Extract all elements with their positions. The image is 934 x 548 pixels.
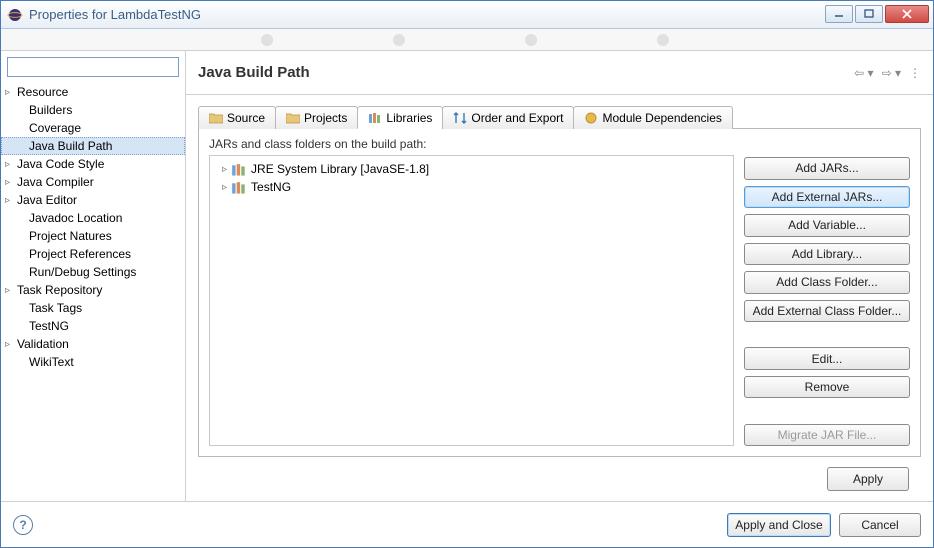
nav-item-task-tags[interactable]: Task Tags [1, 299, 185, 317]
library-icon [368, 112, 382, 124]
menu-icon[interactable]: ⋮ [909, 66, 921, 80]
libraries-panel: JARs and class folders on the build path… [198, 129, 921, 457]
filter-input[interactable] [7, 57, 179, 77]
eclipse-icon [7, 7, 23, 23]
nav-item-java-editor[interactable]: Java Editor [1, 191, 185, 209]
nav-item-run-debug-settings[interactable]: Run/Debug Settings [1, 263, 185, 281]
close-button[interactable] [885, 5, 929, 23]
nav-item-task-repository[interactable]: Task Repository [1, 281, 185, 299]
tab-module[interactable]: Module Dependencies [573, 106, 732, 129]
edit-button[interactable]: Edit... [744, 347, 910, 370]
tab-libraries[interactable]: Libraries [357, 106, 443, 129]
titlebar[interactable]: Properties for LambdaTestNG [1, 1, 933, 29]
category-tree[interactable]: ResourceBuildersCoverageJava Build PathJ… [1, 81, 185, 501]
nav-item-builders[interactable]: Builders [1, 101, 185, 119]
tab-label: Order and Export [471, 111, 563, 125]
library-item[interactable]: JRE System Library [JavaSE-1.8] [214, 160, 729, 178]
module-icon [584, 112, 598, 124]
apply-button[interactable]: Apply [827, 467, 909, 491]
main-panel: Java Build Path ⇦ ▾ ⇨ ▾ ⋮ Source Projects… [186, 51, 933, 501]
add-class-folder-button[interactable]: Add Class Folder... [744, 271, 910, 294]
library-label: JRE System Library [JavaSE-1.8] [251, 162, 429, 176]
nav-item-java-compiler[interactable]: Java Compiler [1, 173, 185, 191]
category-tree-panel: ResourceBuildersCoverageJava Build PathJ… [1, 51, 186, 501]
tab-projects[interactable]: Projects [275, 106, 358, 129]
add-library-button[interactable]: Add Library... [744, 243, 910, 266]
tab-order[interactable]: Order and Export [442, 106, 574, 129]
header-nav: ⇦ ▾ ⇨ ▾ ⋮ [854, 66, 921, 80]
library-label: TestNG [251, 180, 291, 194]
library-icon [231, 163, 247, 175]
tab-source[interactable]: Source [198, 106, 276, 129]
nav-item-javadoc-location[interactable]: Javadoc Location [1, 209, 185, 227]
window-controls [825, 5, 929, 25]
help-button[interactable]: ? [13, 515, 33, 535]
library-item[interactable]: TestNG [214, 178, 729, 196]
properties-dialog: Properties for LambdaTestNG ResourceBuil… [0, 0, 934, 548]
library-buttons: Add JARs... Add External JARs... Add Var… [744, 137, 910, 446]
page-header: Java Build Path ⇦ ▾ ⇨ ▾ ⋮ [186, 51, 933, 95]
folder-icon [286, 112, 300, 124]
nav-item-java-code-style[interactable]: Java Code Style [1, 155, 185, 173]
migrate-jar-button[interactable]: Migrate JAR File... [744, 424, 910, 447]
libraries-tree[interactable]: JRE System Library [JavaSE-1.8] TestNG [209, 155, 734, 446]
nav-item-testng[interactable]: TestNG [1, 317, 185, 335]
nav-item-project-references[interactable]: Project References [1, 245, 185, 263]
maximize-button[interactable] [855, 5, 883, 23]
add-variable-button[interactable]: Add Variable... [744, 214, 910, 237]
order-icon [453, 112, 467, 124]
back-icon[interactable]: ⇦ ▾ [854, 66, 873, 80]
cancel-button[interactable]: Cancel [839, 513, 921, 537]
forward-icon[interactable]: ⇨ ▾ [882, 66, 901, 80]
add-jars-button[interactable]: Add JARs... [744, 157, 910, 180]
library-icon [231, 181, 247, 193]
nav-item-java-build-path[interactable]: Java Build Path [1, 137, 185, 155]
minimize-button[interactable] [825, 5, 853, 23]
tab-label: Module Dependencies [602, 111, 721, 125]
dialog-footer: ? Apply and Close Cancel [1, 501, 933, 547]
tab-label: Libraries [386, 111, 432, 125]
tab-label: Source [227, 111, 265, 125]
nav-item-validation[interactable]: Validation [1, 335, 185, 353]
apply-and-close-button[interactable]: Apply and Close [727, 513, 831, 537]
nav-item-resource[interactable]: Resource [1, 83, 185, 101]
window-title: Properties for LambdaTestNG [29, 7, 825, 22]
nav-item-project-natures[interactable]: Project Natures [1, 227, 185, 245]
nav-item-wikitext[interactable]: WikiText [1, 353, 185, 371]
add-external-jars-button[interactable]: Add External JARs... [744, 186, 910, 209]
folder-icon [209, 112, 223, 124]
remove-button[interactable]: Remove [744, 376, 910, 399]
nav-item-coverage[interactable]: Coverage [1, 119, 185, 137]
background-tabs [1, 29, 933, 51]
page-title: Java Build Path [198, 64, 854, 81]
tab-bar: Source Projects Libraries Order and Export M… [198, 105, 921, 129]
libraries-description: JARs and class folders on the build path… [209, 137, 734, 151]
tab-label: Projects [304, 111, 347, 125]
add-external-class-folder-button[interactable]: Add External Class Folder... [744, 300, 910, 323]
